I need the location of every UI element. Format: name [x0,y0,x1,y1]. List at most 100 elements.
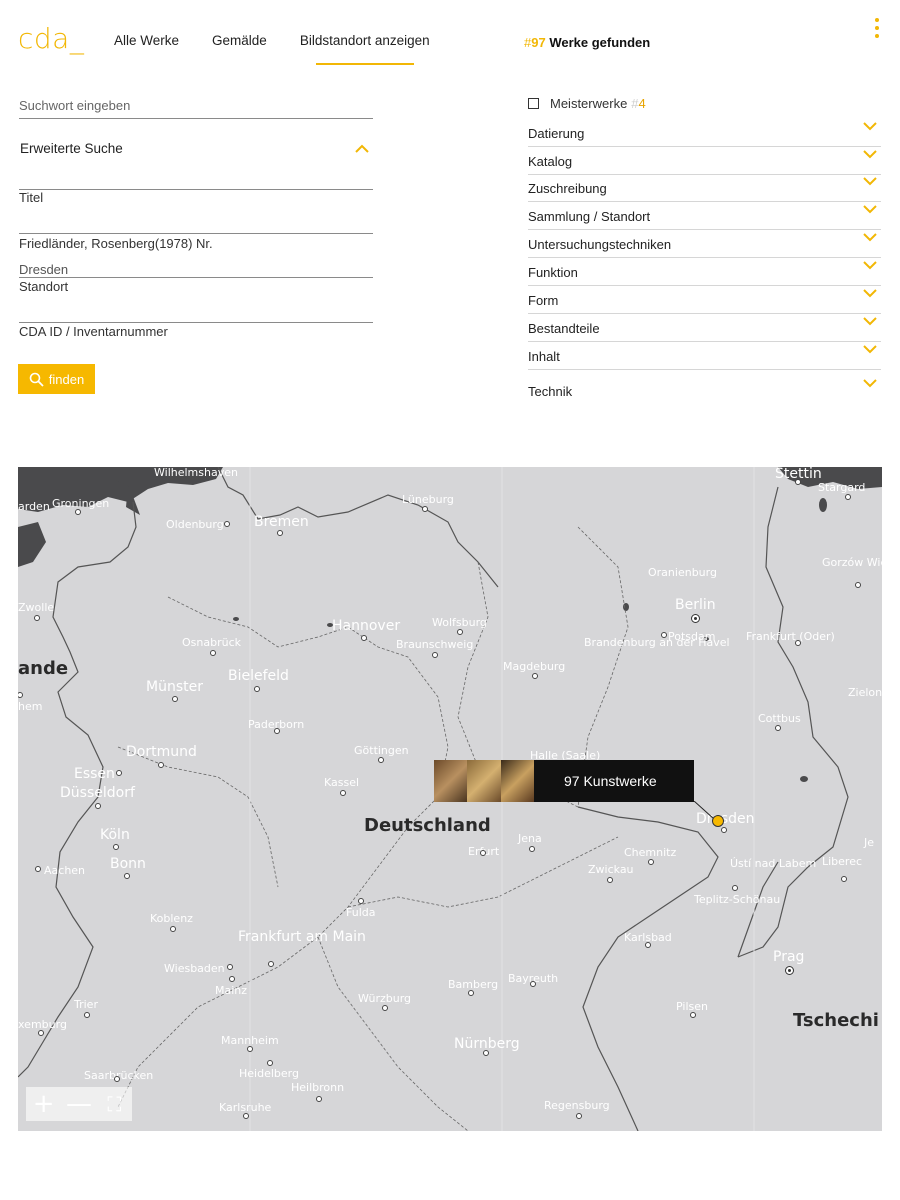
cda-id-field[interactable] [19,302,373,323]
city-dot [210,650,216,656]
chevron-down-icon[interactable] [863,121,877,131]
city-dot [841,876,847,882]
chevron-down-icon[interactable] [863,288,877,298]
city-dot [576,1113,582,1119]
filter-label: Sammlung / Standort [528,209,651,224]
chevron-down-icon[interactable] [863,260,877,270]
city-dot [422,506,428,512]
city-label: Gorzów Wielkopolski [822,556,882,569]
chevron-down-icon[interactable] [863,176,877,186]
masterworks-filter[interactable]: Meisterwerke #4 [528,96,646,111]
city-label: Chemnitz [624,846,677,859]
city-label: Würzburg [358,992,412,1005]
city-dot [690,1012,696,1018]
city-label: Düsseldorf [60,785,135,801]
city-dot [795,479,801,485]
city-dot [358,898,364,904]
artworks-popup[interactable]: 97 Kunstwerke [434,760,694,802]
city-dot [432,652,438,658]
city-dot [529,846,535,852]
city-dot [530,981,536,987]
title-field[interactable] [19,170,373,190]
zoom-in-button[interactable]: + [31,1089,57,1119]
advanced-search-toggle[interactable]: Erweiterte Suche [20,141,123,156]
fullscreen-button[interactable]: ⛶ [101,1091,127,1117]
city-label: Dortmund [126,744,197,760]
nav-show-location[interactable]: Bildstandort anzeigen [300,33,430,65]
chevron-down-icon[interactable] [863,344,877,354]
filter-zuschreibung[interactable]: Zuschreibung [528,174,881,202]
filter-label: Technik [528,384,573,399]
city-dot [116,770,122,776]
friedlaender-field[interactable] [19,214,373,234]
dresden-marker[interactable] [712,815,724,827]
chevron-down-icon[interactable] [863,316,877,326]
city-label: Wolfsburg [432,616,487,629]
city-dot [382,1005,388,1011]
city-dot [532,673,538,679]
logo[interactable]: cda_ [18,22,84,55]
filter-untersuchungstechniken[interactable]: Untersuchungstechniken [528,230,881,258]
city-dot [35,866,41,872]
search-input[interactable]: Suchwort eingeben [19,98,373,119]
filter-label: Form [528,293,559,308]
location-field[interactable]: Dresden [19,260,373,278]
country-label: Deutschland [364,815,491,836]
map[interactable]: Wilhelmshaven Groningen Oldenburg Bremen Lün… [18,467,882,1131]
city-dot [468,990,474,996]
city-dot [648,859,654,865]
more-menu-icon[interactable] [870,18,884,38]
filter-katalog[interactable]: Katalog [528,147,881,175]
filter-technik[interactable]: Technik [528,376,881,404]
find-button[interactable]: finden [18,364,95,394]
results-number: 97 [531,35,546,50]
nav-all-works[interactable]: Alle Werke [114,33,179,48]
city-label: Cottbus [758,712,801,725]
city-label: Zielona [848,686,882,699]
nav-paintings[interactable]: Gemälde [212,33,267,48]
filter-form[interactable]: Form [528,286,881,314]
chevron-down-icon[interactable] [863,149,877,159]
city-label: Je [864,836,875,849]
filter-sammlung-standort[interactable]: Sammlung / Standort [528,202,881,230]
chevron-down-icon[interactable] [863,378,877,388]
city-dot [378,757,384,763]
city-label: Heidelberg [239,1067,299,1080]
city-label: Bremen [254,514,309,530]
city-label: Ústí nad Labem [730,857,817,870]
results-count: #97 Werke gefunden [524,35,650,50]
chevron-down-icon[interactable] [863,204,877,214]
city-dot [457,629,463,635]
city-dot [855,582,861,588]
city-dot [785,966,794,975]
city-label: Pilsen [676,1000,708,1013]
search-icon [29,372,44,387]
filter-inhalt[interactable]: Inhalt [528,342,881,370]
city-dot [268,961,274,967]
city-dot [84,1012,90,1018]
city-label: Hannover [332,618,401,634]
chevron-down-icon[interactable] [863,232,877,242]
filter-label: Bestandteile [528,321,600,336]
filter-funktion[interactable]: Funktion [528,258,881,286]
masterworks-hash: # [631,96,639,111]
city-label: Mannheim [221,1034,279,1047]
city-label: Zwolle [18,601,55,614]
filter-datierung[interactable]: Datierung [528,119,881,147]
search-placeholder: Suchwort eingeben [19,98,131,113]
filter-label: Datierung [528,126,585,141]
city-dot [691,614,700,623]
filter-bestandteile[interactable]: Bestandteile [528,314,881,342]
city-dot [721,827,727,833]
city-label: Bamberg [448,978,499,991]
city-dot [254,686,260,692]
city-label: ande [18,658,69,679]
chevron-up-icon[interactable] [354,141,370,157]
zoom-out-button[interactable]: — [66,1089,92,1119]
city-dot [361,635,367,641]
city-dot [34,615,40,621]
city-label: Teplitz-Schönau [694,893,781,906]
masterworks-count: 4 [638,96,646,111]
masterworks-checkbox[interactable] [528,98,539,109]
location-label: Standort [19,279,69,294]
